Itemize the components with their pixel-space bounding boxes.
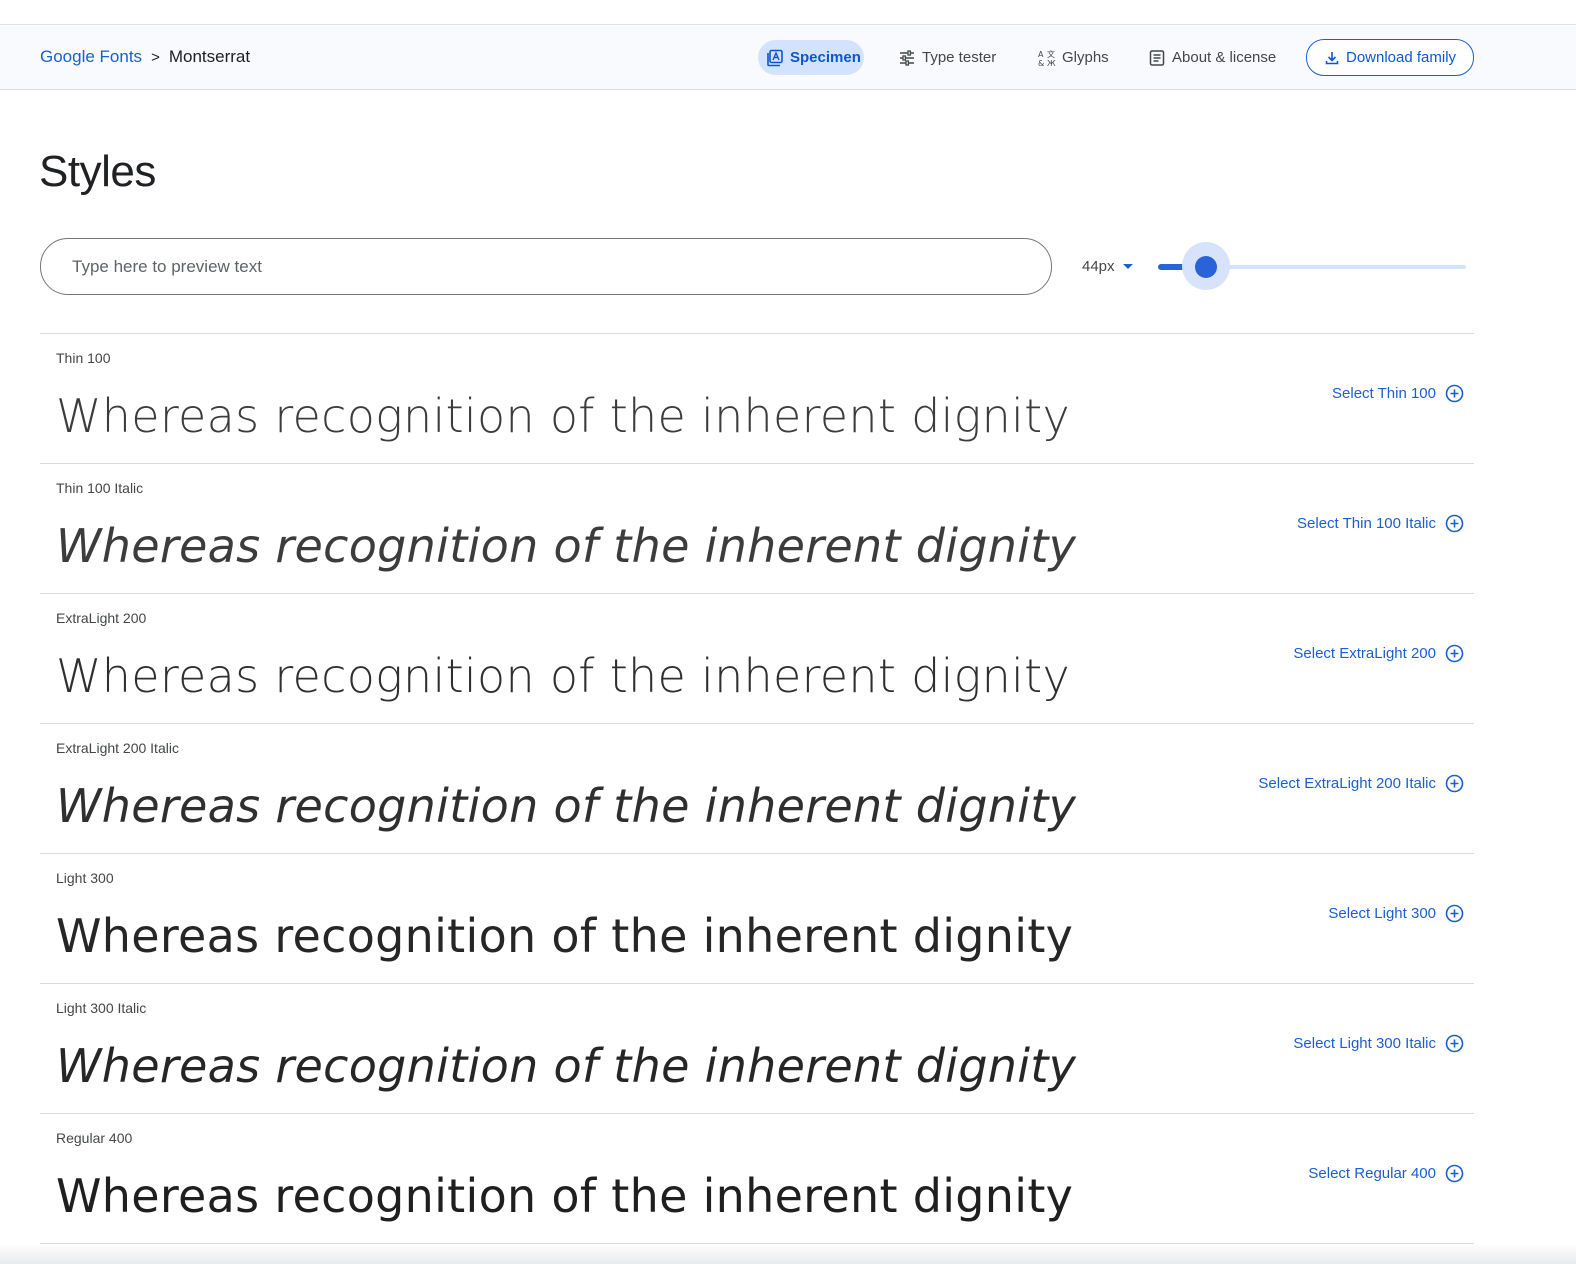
style-sample-text: Whereas recognition of the inherent dign…: [56, 389, 1070, 443]
download-icon: [1324, 50, 1340, 66]
svg-text:&: &: [1038, 59, 1044, 67]
download-family-button[interactable]: Download family: [1306, 39, 1474, 76]
select-style-button[interactable]: Select Regular 400: [1308, 1164, 1464, 1183]
select-style-label: Select Regular 400: [1308, 1165, 1436, 1182]
select-style-button[interactable]: Select Thin 100 Italic: [1297, 514, 1464, 533]
style-sample-text: Whereas recognition of the inherent dign…: [56, 519, 1077, 573]
add-circle-icon: [1445, 644, 1464, 663]
style-row: ExtraLight 200 Italic Whereas recognitio…: [40, 724, 1474, 854]
style-row: Thin 100 Italic Whereas recognition of t…: [40, 464, 1474, 594]
style-sample-text: Whereas recognition of the inherent dign…: [56, 909, 1074, 963]
breadcrumb-home-link[interactable]: Google Fonts: [40, 47, 142, 67]
add-circle-icon: [1445, 384, 1464, 403]
tab-about-license[interactable]: About & license: [1148, 40, 1288, 75]
style-name: Regular 400: [56, 1130, 133, 1146]
tab-specimen-label: Specimen: [790, 49, 861, 66]
font-size-dropdown[interactable]: 44px: [1082, 255, 1133, 277]
style-sample-text: Whereas recognition of the inherent dign…: [56, 779, 1077, 833]
select-style-button[interactable]: Select ExtraLight 200 Italic: [1258, 774, 1464, 793]
style-row: Thin 100 Whereas recognition of the inhe…: [40, 334, 1474, 464]
style-row: Light 300 Whereas recognition of the inh…: [40, 854, 1474, 984]
style-name: Thin 100 Italic: [56, 480, 144, 496]
select-style-button[interactable]: Select Thin 100: [1332, 384, 1464, 403]
add-circle-icon: [1445, 1034, 1464, 1053]
styles-list: Thin 100 Whereas recognition of the inhe…: [40, 333, 1474, 1244]
page-title: Styles: [39, 147, 156, 196]
style-row: Light 300 Italic Whereas recognition of …: [40, 984, 1474, 1114]
caret-down-icon: [1122, 263, 1133, 269]
style-name: ExtraLight 200: [56, 610, 147, 626]
style-sample-text: Whereas recognition of the inherent dign…: [56, 1039, 1077, 1093]
slider-thumb[interactable]: [1195, 256, 1217, 278]
download-family-label: Download family: [1346, 49, 1457, 66]
style-sample-text: Whereas recognition of the inherent dign…: [56, 649, 1070, 703]
select-style-label: Select ExtraLight 200 Italic: [1258, 775, 1436, 792]
font-size-value: 44px: [1082, 257, 1115, 275]
tab-type-tester[interactable]: Type tester: [898, 40, 1008, 75]
tab-about-license-label: About & license: [1172, 49, 1277, 66]
browser-top-strip: [0, 0, 1576, 25]
tab-glyphs[interactable]: A 文 & Ж Glyphs: [1038, 40, 1118, 75]
preview-text-input[interactable]: [40, 238, 1052, 295]
add-circle-icon: [1445, 1164, 1464, 1183]
add-circle-icon: [1445, 774, 1464, 793]
add-circle-icon: [1445, 904, 1464, 923]
style-row: Regular 400 Whereas recognition of the i…: [40, 1114, 1474, 1244]
glyphs-icon: A 文 & Ж: [1038, 49, 1056, 67]
specimen-icon: [766, 49, 784, 67]
style-name: ExtraLight 200 Italic: [56, 740, 179, 756]
select-style-label: Select Light 300 Italic: [1293, 1035, 1436, 1052]
tab-type-tester-label: Type tester: [922, 49, 997, 66]
style-name: Thin 100: [56, 350, 111, 366]
svg-text:A: A: [1038, 50, 1044, 59]
tab-specimen[interactable]: Specimen: [758, 40, 864, 75]
select-style-label: Select Thin 100 Italic: [1297, 515, 1436, 532]
breadcrumb: Google Fonts > Montserrat: [40, 25, 250, 89]
select-style-button[interactable]: Select Light 300 Italic: [1293, 1034, 1464, 1053]
style-name: Light 300 Italic: [56, 1000, 147, 1016]
sliders-icon: [898, 49, 916, 67]
bottom-scroll-shadow: [0, 1244, 1576, 1264]
site-header: Google Fonts > Montserrat Specimen Type …: [0, 25, 1576, 90]
svg-text:Ж: Ж: [1047, 59, 1056, 67]
breadcrumb-current: Montserrat: [168, 47, 251, 66]
svg-text:文: 文: [1047, 49, 1055, 59]
style-row: ExtraLight 200 Whereas recognition of th…: [40, 594, 1474, 724]
select-style-label: Select ExtraLight 200: [1293, 645, 1436, 662]
style-name: Light 300: [56, 870, 114, 886]
style-sample-text: Whereas recognition of the inherent dign…: [56, 1169, 1074, 1223]
add-circle-icon: [1445, 514, 1464, 533]
select-style-label: Select Light 300: [1328, 905, 1436, 922]
select-style-button[interactable]: Select ExtraLight 200: [1293, 644, 1464, 663]
breadcrumb-separator: >: [151, 48, 160, 66]
select-style-button[interactable]: Select Light 300: [1328, 904, 1464, 923]
document-icon: [1148, 49, 1166, 67]
tab-glyphs-label: Glyphs: [1062, 49, 1109, 66]
font-size-slider[interactable]: [1158, 242, 1466, 290]
select-style-label: Select Thin 100: [1332, 385, 1436, 402]
